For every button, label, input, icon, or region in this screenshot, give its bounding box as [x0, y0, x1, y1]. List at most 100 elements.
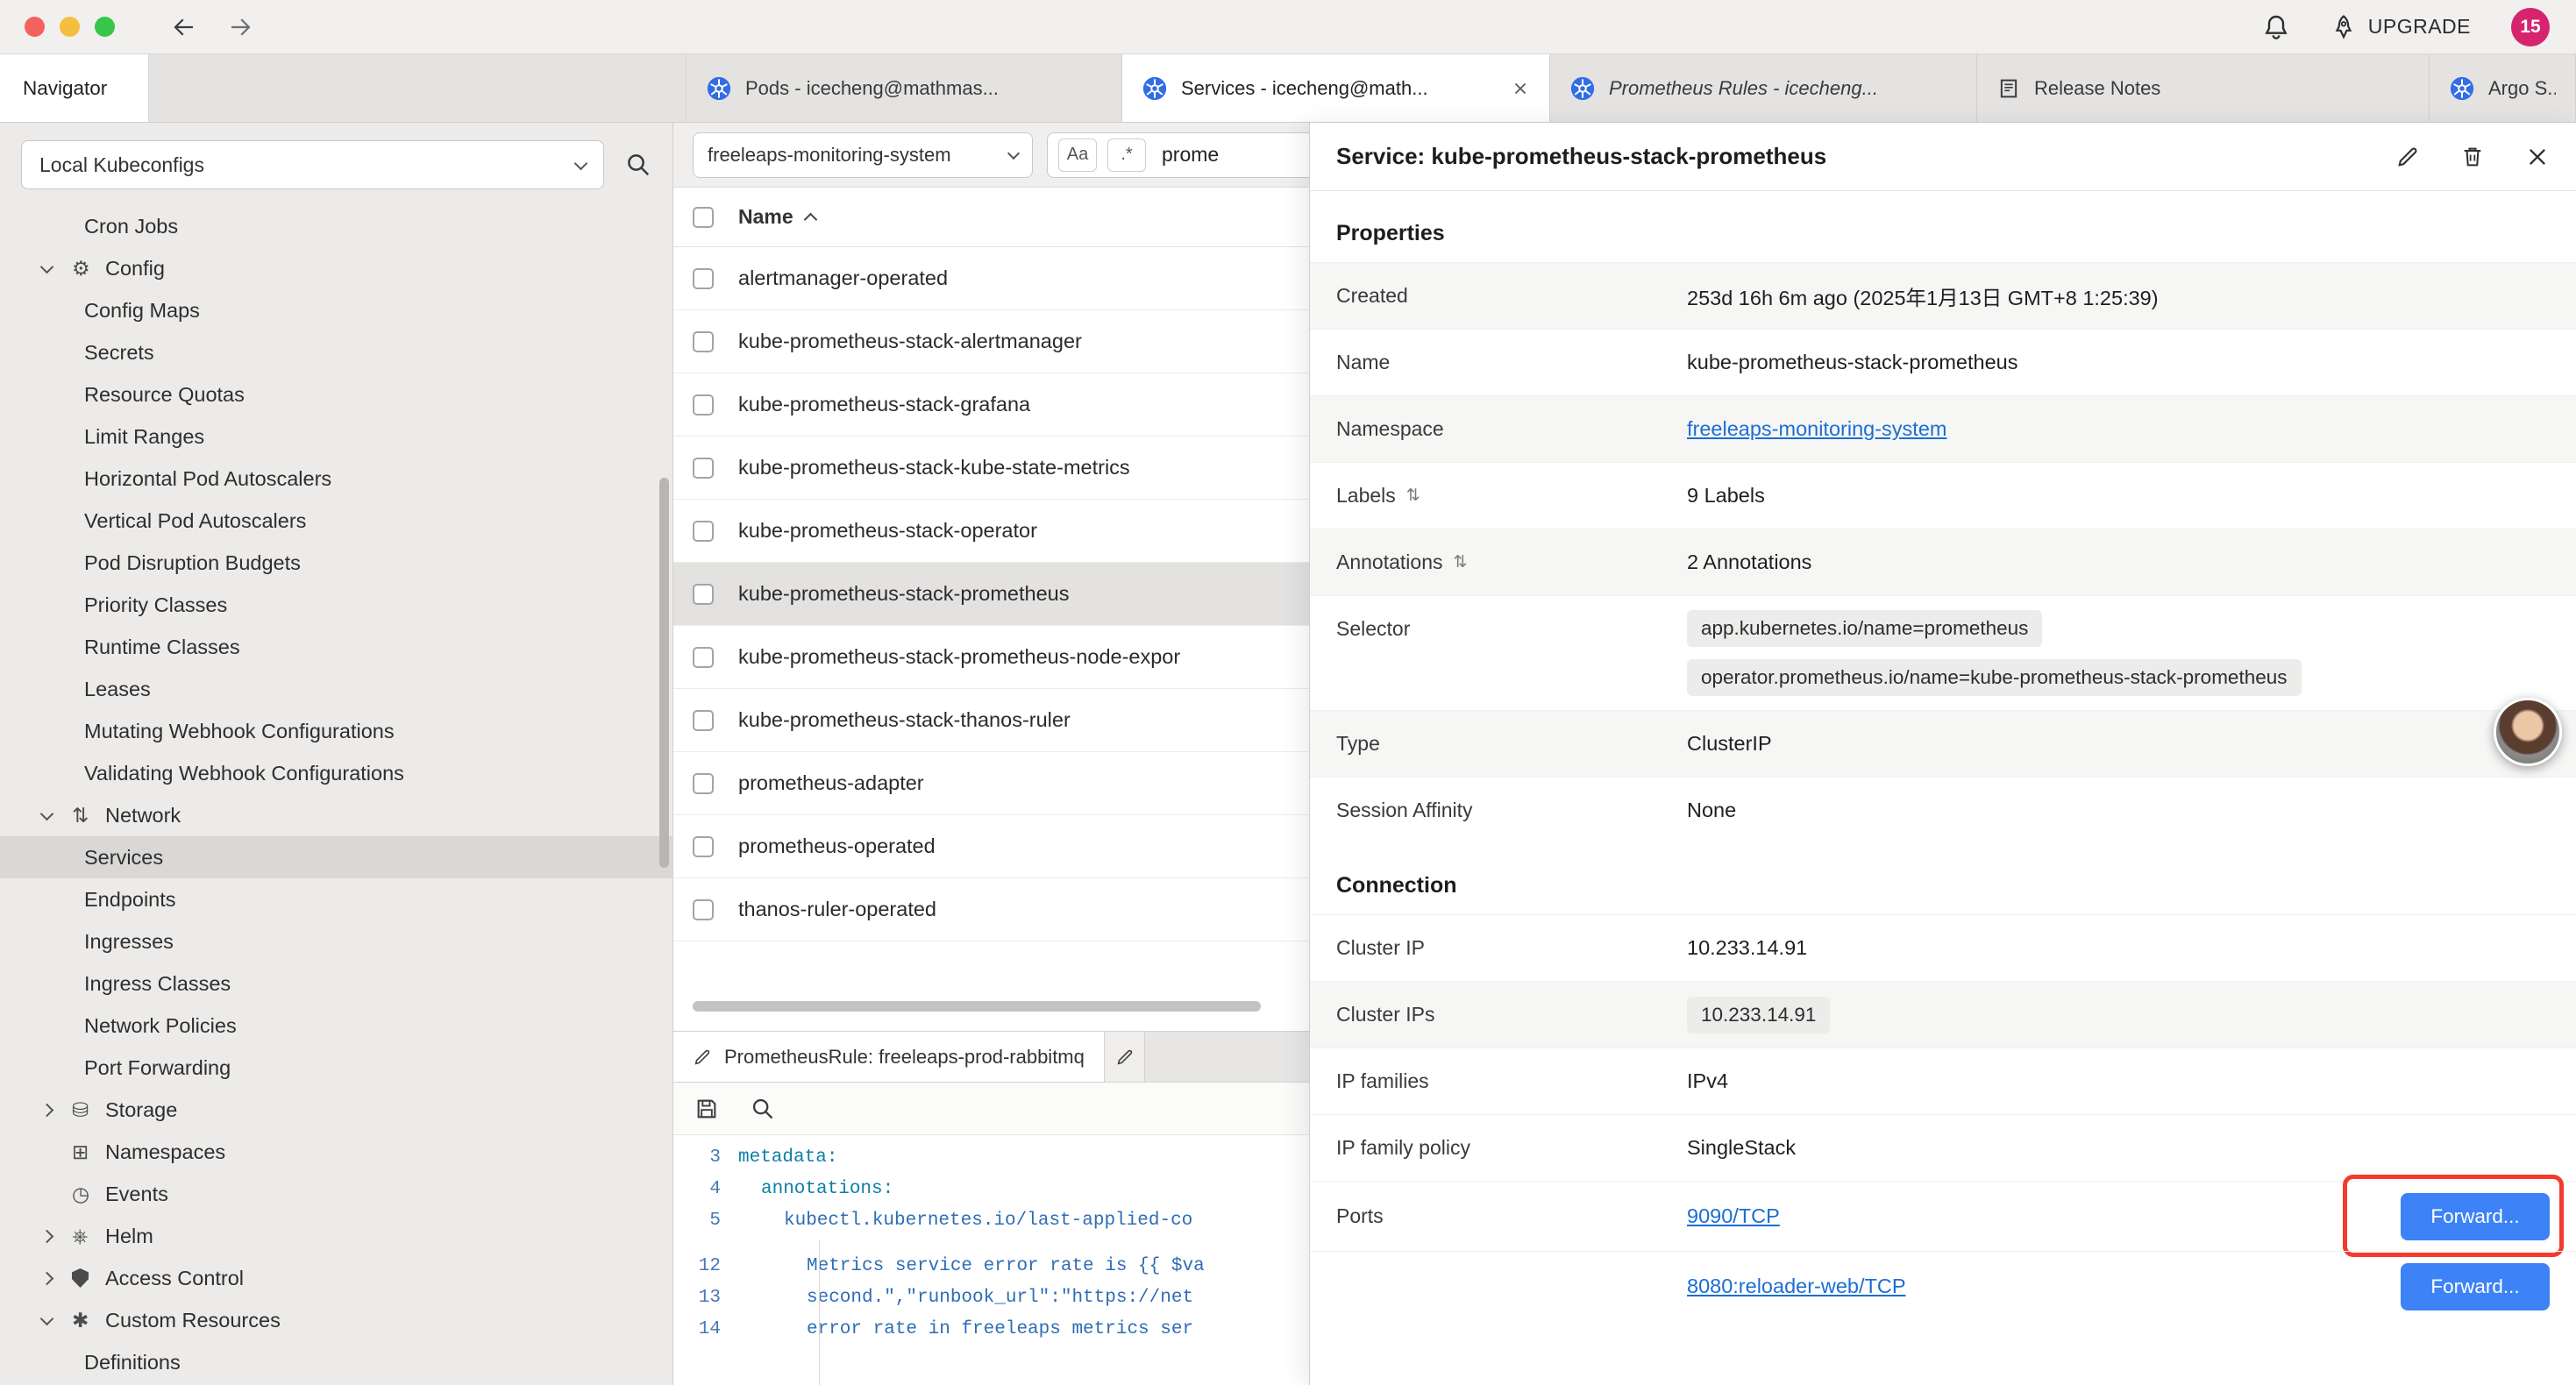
row-checkbox[interactable] — [693, 899, 714, 920]
table-row[interactable]: prometheus-adapter — [673, 752, 1309, 815]
sidebar-item-services[interactable]: Services — [0, 836, 672, 878]
sidebar-item-custom-resources[interactable]: ✱ Custom Resources — [0, 1299, 672, 1341]
editor-tab-prometheusrule[interactable]: PrometheusRule: freeleaps-prod-rabbitmq — [673, 1032, 1105, 1082]
sidebar-item-ingresses[interactable]: Ingresses — [0, 920, 672, 962]
sidebar-item-events[interactable]: ◷ Events — [0, 1173, 672, 1215]
edit-button[interactable] — [2395, 145, 2420, 169]
sidebar-item-pod-disruption-budgets[interactable]: Pod Disruption Budgets — [0, 542, 672, 584]
sidebar-item-config-maps[interactable]: Config Maps — [0, 289, 672, 331]
table-row-selected[interactable]: kube-prometheus-stack-prometheus — [673, 563, 1309, 626]
window-close-button[interactable] — [25, 17, 45, 37]
editor-tab-partial[interactable] — [1105, 1032, 1145, 1082]
tab-pods[interactable]: Pods - icecheng@mathmas... — [687, 54, 1122, 122]
sidebar-item-horizontal-pod-autoscalers[interactable]: Horizontal Pod Autoscalers — [0, 458, 672, 500]
table-row[interactable]: kube-prometheus-stack-prometheus-node-ex… — [673, 626, 1309, 689]
namespace-select[interactable]: freeleaps-monitoring-system — [693, 132, 1033, 178]
sidebar-item-namespaces[interactable]: ⊞ Namespaces — [0, 1131, 672, 1173]
sidebar-item-vertical-pod-autoscalers[interactable]: Vertical Pod Autoscalers — [0, 500, 672, 542]
window-zoom-button[interactable] — [95, 17, 115, 37]
sidebar-item-helm[interactable]: ⎈ Helm — [0, 1215, 672, 1257]
property-row-annotations: Annotations⇅ 2 Annotations — [1310, 529, 2576, 595]
row-checkbox[interactable] — [693, 710, 714, 731]
table-row[interactable]: kube-prometheus-stack-thanos-ruler — [673, 689, 1309, 752]
sidebar-item-endpoints[interactable]: Endpoints — [0, 878, 672, 920]
sidebar-scrollbar[interactable] — [659, 478, 669, 868]
close-icon[interactable] — [1511, 79, 1530, 98]
selector-chip: app.kubernetes.io/name=prometheus — [1687, 610, 2042, 647]
match-case-toggle[interactable]: Aa — [1058, 138, 1097, 172]
sidebar-search-button[interactable] — [625, 152, 651, 178]
sidebar-item-network-policies[interactable]: Network Policies — [0, 1005, 672, 1047]
table-row[interactable]: kube-prometheus-stack-alertmanager — [673, 310, 1309, 373]
sidebar-item-resource-quotas[interactable]: Resource Quotas — [0, 373, 672, 416]
chevron-right-icon — [42, 1105, 72, 1115]
port-link-9090[interactable]: 9090/TCP — [1687, 1204, 1780, 1228]
row-checkbox[interactable] — [693, 458, 714, 479]
code-editor[interactable]: 3metadata: 4annotations: 5kubectl.kubern… — [673, 1135, 1309, 1385]
row-checkbox[interactable] — [693, 836, 714, 857]
sidebar-item-storage[interactable]: ⛁ Storage — [0, 1089, 672, 1131]
code-line: second.","runbook_url":"https://net — [738, 1282, 1193, 1314]
sidebar-item-leases[interactable]: Leases — [0, 668, 672, 710]
tab-services[interactable]: Services - icecheng@math... — [1122, 54, 1550, 122]
forward-button[interactable]: Forward... — [2401, 1263, 2550, 1310]
kubernetes-icon — [706, 75, 732, 102]
regex-toggle[interactable]: .* — [1107, 138, 1146, 172]
table-row[interactable]: kube-prometheus-stack-operator — [673, 500, 1309, 563]
table-row[interactable]: kube-prometheus-stack-grafana — [673, 373, 1309, 437]
back-button[interactable] — [171, 14, 197, 40]
horizontal-scrollbar[interactable] — [693, 1001, 1261, 1012]
select-all-checkbox[interactable] — [693, 207, 714, 228]
close-button[interactable] — [2525, 145, 2550, 169]
delete-button[interactable] — [2460, 145, 2485, 169]
sidebar-item-definitions[interactable]: Definitions — [0, 1341, 672, 1383]
row-checkbox[interactable] — [693, 394, 714, 416]
sidebar-item-validating-webhook-configurations[interactable]: Validating Webhook Configurations — [0, 752, 672, 794]
forward-button[interactable]: Forward... — [2401, 1193, 2550, 1240]
sidebar-item-network[interactable]: ⇅ Network — [0, 794, 672, 836]
filter-input[interactable]: Aa .* prome — [1047, 132, 1309, 178]
save-button[interactable] — [694, 1097, 719, 1121]
tab-release-notes[interactable]: Release Notes — [1977, 54, 2430, 122]
sidebar-item-limit-ranges[interactable]: Limit Ranges — [0, 416, 672, 458]
row-checkbox[interactable] — [693, 521, 714, 542]
sidebar-item-secrets[interactable]: Secrets — [0, 331, 672, 373]
sidebar-item-access-control[interactable]: Access Control — [0, 1257, 672, 1299]
forward-button[interactable] — [227, 14, 253, 40]
window-minimize-button[interactable] — [60, 17, 80, 37]
row-checkbox[interactable] — [693, 331, 714, 352]
row-checkbox[interactable] — [693, 268, 714, 289]
tab-argo[interactable]: Argo S... — [2430, 54, 2576, 122]
upgrade-button[interactable]: UPGRADE — [2330, 14, 2471, 40]
expand-toggle-icon[interactable]: ⇅ — [1453, 552, 1467, 572]
editor-search-button[interactable] — [751, 1097, 775, 1121]
chevron-down-icon — [42, 1318, 72, 1324]
sidebar-item-port-forwarding[interactable]: Port Forwarding — [0, 1047, 672, 1089]
namespace-link[interactable]: freeleaps-monitoring-system — [1687, 417, 1946, 441]
row-checkbox[interactable] — [693, 773, 714, 794]
editor-tab-label: PrometheusRule: freeleaps-prod-rabbitmq — [724, 1046, 1085, 1069]
kubernetes-icon — [1142, 75, 1168, 102]
notifications-button[interactable] — [2262, 13, 2290, 41]
sidebar-item-config[interactable]: ⚙ Config — [0, 247, 672, 289]
port-link-8080-reloader-web[interactable]: 8080:reloader-web/TCP — [1687, 1275, 1906, 1298]
table-row[interactable]: alertmanager-operated — [673, 247, 1309, 310]
name-column-header[interactable]: Name — [738, 205, 793, 229]
sidebar-item-runtime-classes[interactable]: Runtime Classes — [0, 626, 672, 668]
sidebar-item-mutating-webhook-configurations[interactable]: Mutating Webhook Configurations — [0, 710, 672, 752]
navigator-panel-tab[interactable]: Navigator — [0, 54, 149, 122]
table-row[interactable]: thanos-ruler-operated — [673, 878, 1309, 941]
sidebar-item-priority-classes[interactable]: Priority Classes — [0, 584, 672, 626]
sidebar-item-ingress-classes[interactable]: Ingress Classes — [0, 962, 672, 1005]
table-row[interactable]: prometheus-operated — [673, 815, 1309, 878]
pencil-icon — [1115, 1048, 1135, 1067]
kubeconfig-select[interactable]: Local Kubeconfigs — [21, 140, 604, 189]
sidebar-item-cron-jobs[interactable]: Cron Jobs — [0, 205, 672, 247]
notification-badge[interactable]: 15 — [2511, 8, 2550, 46]
floating-avatar[interactable] — [2494, 698, 2562, 766]
table-row[interactable]: kube-prometheus-stack-kube-state-metrics — [673, 437, 1309, 500]
row-checkbox[interactable] — [693, 584, 714, 605]
row-checkbox[interactable] — [693, 647, 714, 668]
expand-toggle-icon[interactable]: ⇅ — [1406, 486, 1420, 506]
tab-prometheus-rules[interactable]: Prometheus Rules - icecheng... — [1550, 54, 1977, 122]
